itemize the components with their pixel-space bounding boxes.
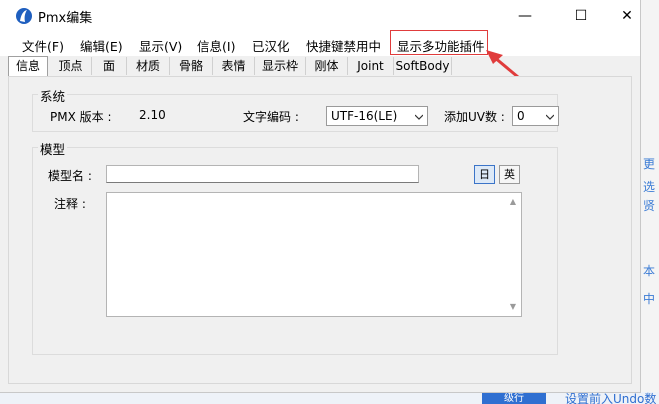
background-text: 贤 — [643, 199, 656, 213]
menu-edit[interactable]: 编辑(E) — [80, 36, 123, 55]
add-uv-label: 添加UV数 : — [444, 110, 505, 124]
pmx-editor-window: Pmx编集 — ☐ ✕ 文件(F) 编辑(E) 显示(V) 信息(I) 已汉化 … — [0, 0, 641, 393]
background-text: 选 — [643, 180, 656, 194]
model-name-label: 模型名 : — [48, 169, 92, 183]
scroll-down-icon[interactable]: ▼ — [507, 302, 519, 312]
close-button[interactable]: ✕ — [604, 0, 650, 32]
pmx-version-value: 2.10 — [139, 108, 166, 122]
menu-view[interactable]: 显示(V) — [139, 36, 182, 55]
background-button: 级行 — [482, 392, 546, 404]
background-text: 本 — [643, 264, 656, 278]
title-bar[interactable]: Pmx编集 — ☐ ✕ — [0, 0, 640, 32]
menu-shortcuts-disabled[interactable]: 快捷键禁用中 — [306, 36, 381, 55]
maximize-icon: ☐ — [574, 8, 588, 24]
comment-label: 注释 : — [54, 197, 86, 211]
background-text: 更 — [643, 157, 656, 171]
tab-info[interactable]: 信息 — [8, 56, 48, 76]
chevron-down-icon — [546, 114, 554, 120]
encoding-label: 文字编码 : — [243, 110, 299, 124]
close-icon: ✕ — [621, 8, 633, 24]
tab-display-frame[interactable]: 显示枠 — [255, 57, 306, 75]
minimize-icon: — — [518, 8, 532, 24]
tab-material[interactable]: 材质 — [127, 57, 170, 75]
window-title: Pmx编集 — [38, 11, 93, 26]
chevron-down-icon — [415, 114, 423, 120]
tab-bar: 信息 顶点 面 材质 骨骼 表情 显示枠 刚体 Joint SoftBody — [8, 56, 453, 76]
app-icon — [16, 8, 32, 24]
tab-bone[interactable]: 骨骼 — [170, 57, 213, 75]
encoding-select[interactable]: UTF-16(LE) — [326, 106, 428, 126]
encoding-value: UTF-16(LE) — [331, 109, 398, 123]
minimize-button[interactable]: — — [502, 0, 548, 32]
tab-rigidbody[interactable]: 刚体 — [306, 57, 348, 75]
maximize-button[interactable]: ☐ — [558, 0, 604, 32]
tab-vertex[interactable]: 顶点 — [50, 57, 92, 75]
background-app-bottom: 级行 设置前入Undo数 — [0, 392, 659, 404]
tab-softbody[interactable]: SoftBody — [394, 57, 452, 75]
background-app-edge: 更 选 贤 本 中 — [641, 0, 659, 404]
system-group-label: 系统 — [38, 86, 68, 105]
tab-face[interactable]: 面 — [92, 57, 127, 75]
menu-bar: 文件(F) 编辑(E) 显示(V) 信息(I) 已汉化 快捷键禁用中 显示多功能… — [0, 32, 640, 56]
add-uv-value: 0 — [517, 109, 525, 123]
add-uv-select[interactable]: 0 — [512, 106, 559, 126]
plugin-menu-highlight — [390, 30, 488, 55]
model-name-input[interactable] — [106, 165, 419, 183]
menu-file[interactable]: 文件(F) — [22, 36, 64, 55]
scroll-up-icon[interactable]: ▲ — [507, 197, 519, 207]
menu-localized[interactable]: 已汉化 — [252, 36, 290, 55]
background-text: 中 — [643, 292, 656, 306]
menu-info[interactable]: 信息(I) — [197, 36, 235, 55]
background-text: 设置前入Undo数 — [565, 392, 657, 404]
lang-en-button[interactable]: 英 — [499, 165, 520, 184]
tab-joint[interactable]: Joint — [348, 57, 394, 75]
model-group-label: 模型 — [38, 139, 68, 158]
tab-morph[interactable]: 表情 — [213, 57, 255, 75]
lang-jp-button[interactable]: 日 — [474, 165, 495, 184]
pmx-version-label: PMX 版本 : — [50, 110, 112, 124]
comment-textarea[interactable]: ▲ ▼ — [106, 192, 522, 317]
